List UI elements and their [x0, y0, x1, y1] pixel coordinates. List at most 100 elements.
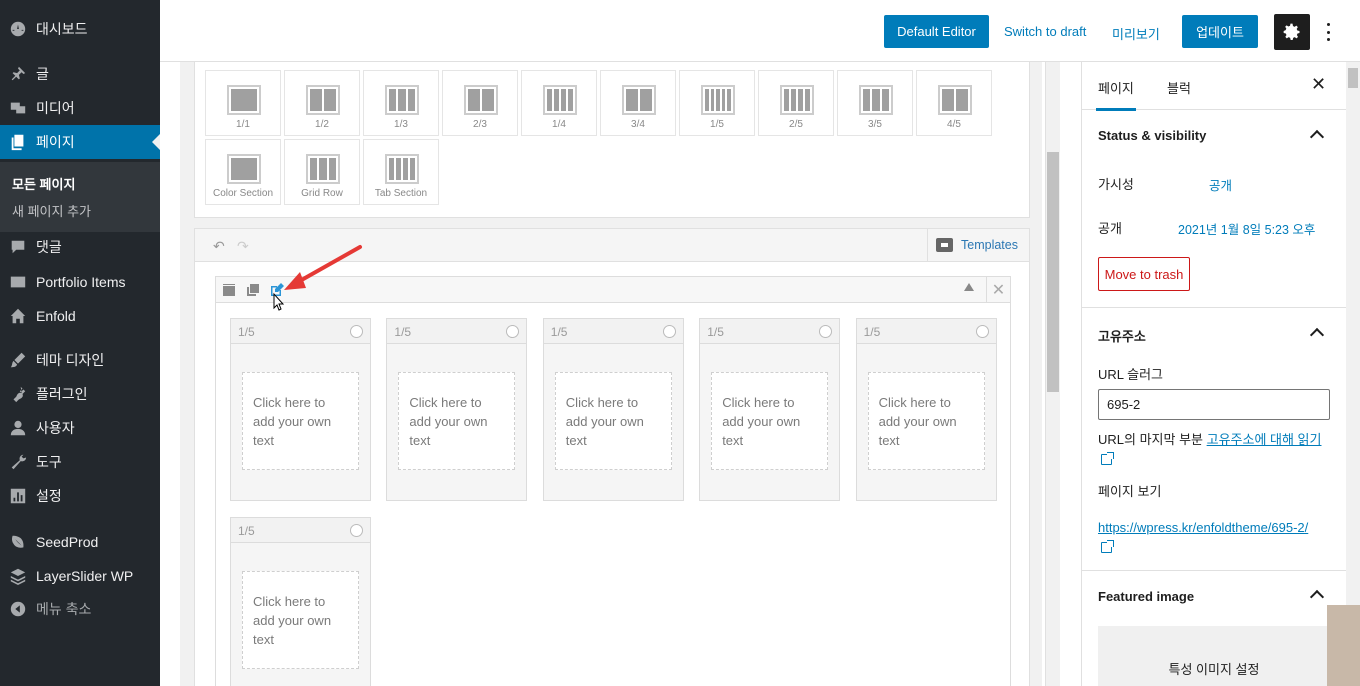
layout-element-button[interactable]: Color Section — [205, 139, 281, 205]
menu-users[interactable]: 사용자 — [0, 411, 160, 445]
column-content-placeholder[interactable]: Click here to add your own text — [554, 372, 672, 470]
more-options-icon[interactable] — [1320, 20, 1336, 44]
layout-element-button[interactable]: 2/3 — [442, 70, 518, 136]
default-editor-button[interactable]: Default Editor — [884, 15, 989, 48]
redo-icon[interactable]: ↷ — [237, 238, 249, 255]
layout-element-button[interactable]: Grid Row — [284, 139, 360, 205]
switch-to-draft-button[interactable]: Switch to draft — [1004, 24, 1086, 39]
templates-button[interactable]: Templates — [927, 229, 1029, 261]
column-content-placeholder[interactable]: Click here to add your own text — [242, 571, 359, 669]
column-options-icon[interactable] — [350, 524, 363, 537]
menu-enfold[interactable]: Enfold — [0, 299, 160, 333]
undo-icon[interactable]: ↶ — [213, 238, 225, 255]
layout-element-button[interactable]: 1/4 — [521, 70, 597, 136]
close-icon[interactable]: ✕ — [986, 277, 1010, 303]
menu-tools[interactable]: 도구 — [0, 445, 160, 479]
menu-seedprod[interactable]: SeedProd — [0, 525, 160, 559]
layout-element-label: 3/4 — [631, 119, 645, 130]
set-featured-image-button[interactable]: 특성 이미지 설정 — [1098, 626, 1330, 686]
column-options-icon[interactable] — [662, 325, 676, 338]
column-element[interactable]: 1/5 Click here to add your own text — [386, 318, 528, 501]
url-slug-input[interactable] — [1098, 389, 1330, 420]
column-element[interactable]: 1/5 Click here to add your own text — [855, 318, 997, 501]
column-options-icon[interactable] — [506, 325, 520, 338]
permalink-help-link[interactable]: 고유주소에 대해 읽기 — [1207, 432, 1322, 447]
featured-image-title[interactable]: Featured image — [1098, 589, 1194, 604]
canvas-scroll-thumb[interactable] — [1047, 152, 1059, 392]
sidebar-scrollbar[interactable] — [1346, 62, 1360, 686]
column-options-icon[interactable] — [350, 325, 363, 338]
column-content-placeholder[interactable]: Click here to add your own text — [242, 372, 359, 470]
chevron-up-icon[interactable] — [1309, 327, 1325, 343]
layout-element-button[interactable]: 3/5 — [837, 70, 913, 136]
publish-label: 공개 — [1098, 221, 1122, 236]
chevron-up-icon[interactable] — [1309, 129, 1325, 145]
column-content-placeholder[interactable]: Click here to add your own text — [867, 372, 985, 470]
column-content-placeholder[interactable]: Click here to add your own text — [398, 372, 516, 470]
plugin-icon — [8, 384, 28, 404]
menu-settings[interactable]: 설정 — [0, 479, 160, 513]
layout-element-label: Grid Row — [301, 188, 343, 199]
menu-dashboard[interactable]: 대시보드 — [0, 12, 160, 46]
layout-element-label: 1/5 — [710, 119, 724, 130]
move-to-trash-button[interactable]: Move to trash — [1098, 257, 1190, 291]
layout-element-button[interactable]: 1/3 — [363, 70, 439, 136]
menu-appearance[interactable]: 테마 디자인 — [0, 343, 160, 377]
close-icon[interactable]: ✕ — [1311, 74, 1326, 95]
settings-toggle-button[interactable] — [1274, 14, 1310, 50]
menu-label: Portfolio Items — [36, 274, 126, 290]
layout-element-icon — [385, 154, 419, 184]
save-template-icon[interactable] — [222, 283, 236, 297]
column-options-icon[interactable] — [819, 325, 833, 338]
preview-button[interactable]: 미리보기 — [1112, 24, 1160, 43]
menu-pages[interactable]: 페이지 — [0, 125, 160, 159]
permalink-url-text[interactable]: https://wpress.kr/enfoldtheme/695-2/ — [1098, 520, 1308, 535]
layout-element-button[interactable]: 4/5 — [916, 70, 992, 136]
publish-date[interactable]: 2021년 1월 8일 5:23 오후 — [1178, 219, 1315, 238]
canvas-scrollbar[interactable] — [1045, 62, 1060, 686]
column-element[interactable]: 1/5 Click here to add your own text — [542, 318, 684, 501]
divider — [1082, 307, 1347, 308]
collapse-up-icon[interactable] — [964, 283, 974, 291]
menu-comments[interactable]: 댓글 — [0, 230, 160, 264]
permalink-title[interactable]: 고유주소 — [1098, 326, 1146, 345]
layout-element-icon — [543, 85, 577, 115]
tab-block[interactable]: 블럭 — [1167, 78, 1191, 97]
column-width-label: 1/5 — [707, 325, 724, 339]
clone-icon[interactable] — [246, 283, 260, 297]
layout-element-button[interactable]: 3/4 — [600, 70, 676, 136]
column-options-icon[interactable] — [975, 325, 989, 338]
menu-media[interactable]: 미디어 — [0, 91, 160, 125]
layout-element-button[interactable]: 1/5 — [679, 70, 755, 136]
submenu-add-new[interactable]: 새 페이지 추가 — [12, 201, 91, 220]
update-button[interactable]: 업데이트 — [1182, 15, 1258, 48]
menu-label: 플러그인 — [36, 386, 88, 402]
menu-posts[interactable]: 글 — [0, 57, 160, 91]
tab-page[interactable]: 페이지 — [1096, 78, 1136, 111]
submenu-all-pages[interactable]: 모든 페이지 — [12, 174, 75, 193]
column-element[interactable]: 1/5 Click here to add your own text — [230, 517, 371, 686]
admin-sidebar: 대시보드 글 미디어 페이지 모든 페이지 새 페이지 추가 댓글 Portfo… — [0, 0, 160, 686]
column-element[interactable]: 1/5 Click here to add your own text — [699, 318, 841, 501]
column-header: 1/5 — [231, 319, 370, 344]
layout-element-button[interactable]: Tab Section — [363, 139, 439, 205]
layout-element-button[interactable]: 1/1 — [205, 70, 281, 136]
column-header: 1/5 — [387, 319, 527, 344]
layout-element-button[interactable]: 1/2 — [284, 70, 360, 136]
layout-element-button[interactable]: 2/5 — [758, 70, 834, 136]
column-element[interactable]: 1/5 Click here to add your own text — [230, 318, 371, 501]
edit-icon[interactable] — [270, 283, 284, 297]
visibility-value[interactable]: 공개 — [1209, 175, 1232, 194]
status-visibility-title[interactable]: Status & visibility — [1098, 128, 1206, 143]
menu-plugins[interactable]: 플러그인 — [0, 377, 160, 411]
permalink-url[interactable]: https://wpress.kr/enfoldtheme/695-2/ — [1098, 518, 1334, 558]
column-header: 1/5 — [543, 319, 683, 344]
menu-label: 미디어 — [36, 100, 75, 116]
sidebar-scroll-thumb[interactable] — [1348, 68, 1358, 88]
chevron-up-icon[interactable] — [1309, 589, 1325, 605]
menu-portfolio[interactable]: Portfolio Items — [0, 265, 160, 299]
menu-collapse[interactable]: 메뉴 축소 — [0, 592, 160, 626]
column-content-placeholder[interactable]: Click here to add your own text — [711, 372, 829, 470]
brush-icon — [8, 350, 28, 370]
menu-layerslider[interactable]: LayerSlider WP — [0, 559, 160, 593]
